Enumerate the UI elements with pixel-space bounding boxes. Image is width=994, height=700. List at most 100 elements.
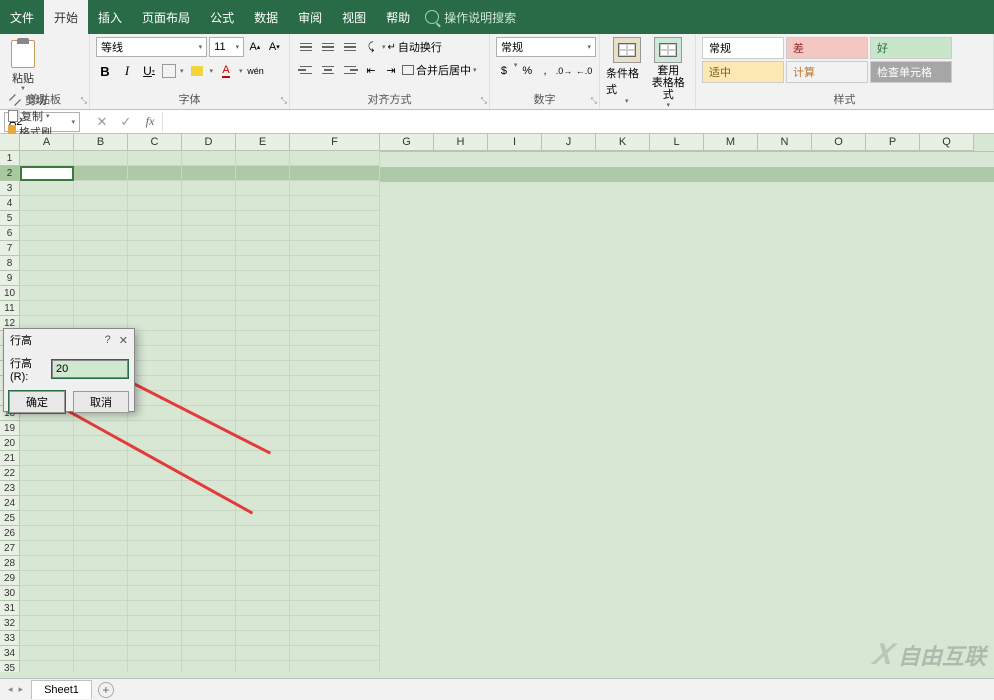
cell[interactable] [236, 346, 290, 361]
cell[interactable] [236, 256, 290, 271]
cell[interactable] [182, 466, 236, 481]
cell[interactable] [74, 661, 128, 672]
align-center-button[interactable] [318, 60, 338, 80]
cell[interactable] [20, 241, 74, 256]
cell[interactable] [182, 496, 236, 511]
cell[interactable] [20, 631, 74, 646]
phonetic-button[interactable]: wén [247, 61, 265, 81]
cell[interactable] [74, 586, 128, 601]
cell[interactable] [128, 541, 182, 556]
cell[interactable] [20, 451, 74, 466]
style-good[interactable]: 好 [870, 37, 952, 59]
menu-item-数据[interactable]: 数据 [244, 0, 288, 34]
increase-font-button[interactable]: A▴ [246, 37, 263, 57]
cell[interactable] [182, 181, 236, 196]
cell[interactable] [290, 301, 380, 316]
cell[interactable] [182, 391, 236, 406]
col-header-K[interactable]: K [596, 134, 650, 151]
row-header[interactable]: 23 [0, 481, 20, 496]
cell[interactable] [236, 241, 290, 256]
col-header-J[interactable]: J [542, 134, 596, 151]
cell[interactable] [74, 181, 128, 196]
spreadsheet-grid[interactable]: ABCDEFGHIJKLMNOPQ 1234567891011121314151… [0, 134, 994, 672]
menu-item-审阅[interactable]: 审阅 [288, 0, 332, 34]
cell[interactable] [128, 391, 182, 406]
cell[interactable] [290, 361, 380, 376]
cell[interactable] [74, 421, 128, 436]
col-header-D[interactable]: D [182, 134, 236, 151]
cell[interactable] [128, 211, 182, 226]
cell[interactable] [290, 436, 380, 451]
cell[interactable] [20, 166, 74, 181]
cell[interactable] [290, 286, 380, 301]
cell[interactable] [20, 616, 74, 631]
cell[interactable] [128, 301, 182, 316]
cell[interactable] [236, 661, 290, 672]
row-header[interactable]: 26 [0, 526, 20, 541]
cell[interactable] [74, 436, 128, 451]
cell[interactable] [236, 166, 290, 181]
increase-indent-button[interactable]: ⇥ [382, 60, 400, 80]
row-header[interactable]: 25 [0, 511, 20, 526]
cell[interactable] [236, 526, 290, 541]
cell[interactable] [182, 481, 236, 496]
border-button[interactable] [162, 64, 176, 78]
paste-button[interactable]: 粘贴 ▼ [6, 37, 40, 92]
cell[interactable] [74, 511, 128, 526]
cell[interactable] [74, 646, 128, 661]
cell[interactable] [128, 586, 182, 601]
help-button[interactable]: ? [105, 334, 111, 347]
cell[interactable] [236, 196, 290, 211]
row-header[interactable]: 32 [0, 616, 20, 631]
align-top-button[interactable] [296, 37, 316, 57]
row-header[interactable]: 31 [0, 601, 20, 616]
cell[interactable] [74, 241, 128, 256]
col-header-O[interactable]: O [812, 134, 866, 151]
format-as-table-button[interactable]: 套用 表格格式▾ [648, 37, 690, 109]
style-check[interactable]: 检查单元格 [870, 61, 952, 83]
cell[interactable] [182, 451, 236, 466]
cell[interactable] [290, 256, 380, 271]
cell[interactable] [236, 211, 290, 226]
cell[interactable] [74, 601, 128, 616]
decrease-font-button[interactable]: A▾ [266, 37, 283, 57]
cell[interactable] [236, 646, 290, 661]
cancel-button[interactable]: 取消 [73, 391, 129, 413]
cell[interactable] [182, 346, 236, 361]
cell[interactable] [236, 226, 290, 241]
menu-item-页面布局[interactable]: 页面布局 [132, 0, 200, 34]
cell[interactable] [20, 436, 74, 451]
close-button[interactable]: ✕ [119, 334, 128, 347]
row-header[interactable]: 22 [0, 466, 20, 481]
number-format-selector[interactable]: 常规▾ [496, 37, 596, 57]
cell[interactable] [236, 331, 290, 346]
cell[interactable] [236, 406, 290, 421]
col-header-B[interactable]: B [74, 134, 128, 151]
cell[interactable] [182, 166, 236, 181]
italic-button[interactable]: I [118, 61, 136, 81]
cell[interactable] [236, 631, 290, 646]
cell[interactable] [182, 631, 236, 646]
row-header[interactable]: 34 [0, 646, 20, 661]
cell[interactable] [128, 511, 182, 526]
cell[interactable] [182, 301, 236, 316]
cell[interactable] [128, 361, 182, 376]
orientation-button[interactable]: ⤹ [362, 37, 380, 57]
cell[interactable] [182, 661, 236, 672]
cell[interactable] [128, 331, 182, 346]
wrap-text-button[interactable]: ↵自动换行 [388, 39, 442, 55]
cell[interactable] [236, 376, 290, 391]
cell[interactable] [236, 556, 290, 571]
row-header[interactable]: 5 [0, 211, 20, 226]
cell[interactable] [128, 646, 182, 661]
cell[interactable] [236, 391, 290, 406]
cell[interactable] [290, 571, 380, 586]
cell[interactable] [20, 571, 74, 586]
cell[interactable] [20, 226, 74, 241]
cell[interactable] [182, 226, 236, 241]
cell[interactable] [20, 646, 74, 661]
cell[interactable] [74, 211, 128, 226]
col-header-E[interactable]: E [236, 134, 290, 151]
bold-button[interactable]: B [96, 61, 114, 81]
cell[interactable] [20, 526, 74, 541]
